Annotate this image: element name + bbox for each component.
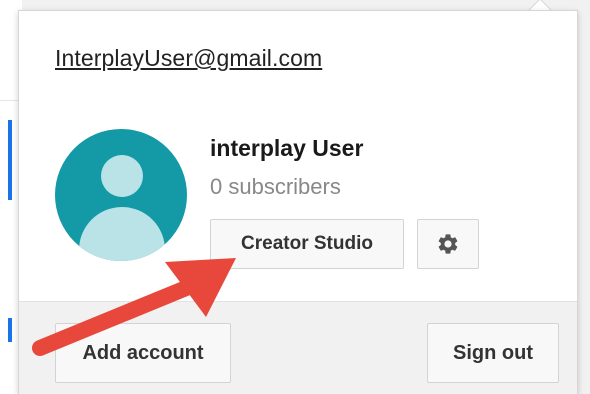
sign-out-button[interactable]: Sign out — [427, 323, 559, 383]
background-accent — [8, 120, 12, 200]
settings-button[interactable] — [417, 219, 479, 269]
screenshot-stage: InterplayUser@gmail.com interplay User 0… — [0, 0, 590, 394]
creator-studio-button[interactable]: Creator Studio — [210, 219, 404, 269]
add-account-button[interactable]: Add account — [55, 323, 231, 383]
background-accent — [8, 318, 12, 342]
channel-name: interplay User — [210, 135, 364, 161]
gear-icon — [438, 234, 458, 254]
subscriber-count: 0 subscribers — [210, 174, 341, 199]
account-popup: InterplayUser@gmail.com interplay User 0… — [18, 10, 578, 394]
avatar[interactable] — [55, 129, 187, 261]
avatar-body — [79, 207, 165, 261]
avatar-head — [101, 155, 143, 197]
account-email-link[interactable]: InterplayUser@gmail.com — [55, 45, 322, 72]
